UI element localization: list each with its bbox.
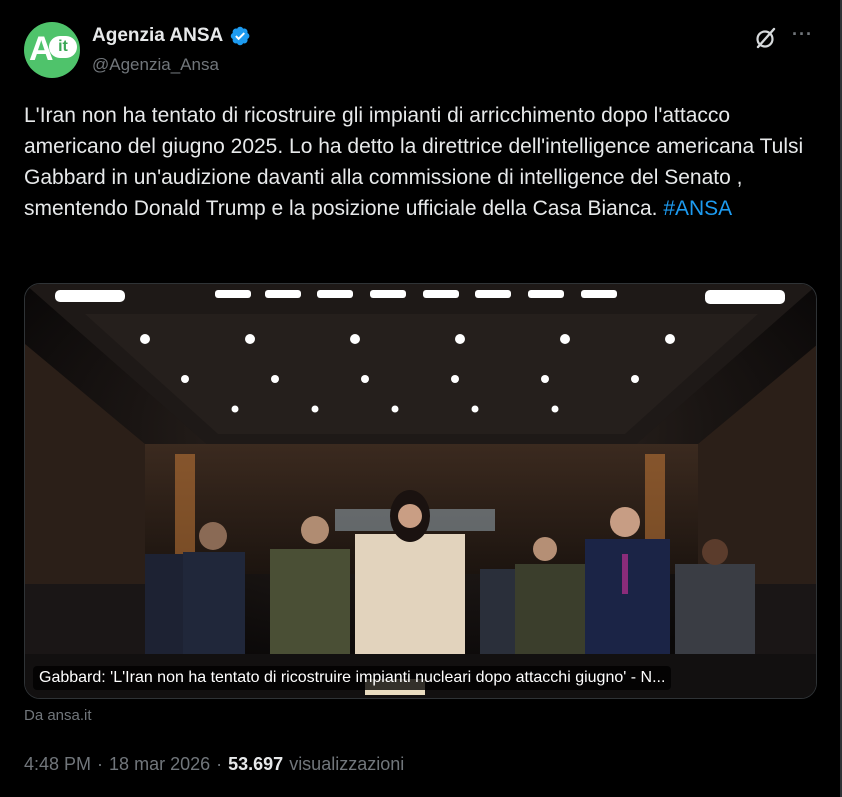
separator: · [97, 754, 104, 774]
tweet-text: L'Iran non ha tentato di ricostruire gli… [24, 100, 804, 224]
timestamp-time[interactable]: 4:48 PM [24, 754, 91, 775]
hearing-room-photo [25, 284, 816, 698]
tweet-meta: 4:48 PM · 18 mar 2026 · 53.697 visualizz… [24, 754, 404, 775]
avatar[interactable]: A it [24, 22, 80, 78]
views-label: visualizzazioni [289, 754, 405, 774]
views-count: 53.697 [228, 754, 284, 774]
author-name[interactable]: Agenzia ANSA [92, 25, 223, 47]
verified-badge-icon [231, 26, 250, 46]
separator: · [216, 754, 223, 774]
link-card-caption[interactable]: Gabbard: 'L'Iran non ha tentato di ricos… [33, 666, 672, 690]
link-card-image[interactable]: Gabbard: 'L'Iran non ha tentato di ricos… [24, 283, 817, 699]
avatar-badge: it [49, 36, 77, 58]
author-name-row[interactable]: Agenzia ANSA [92, 25, 251, 47]
tweet-card: A it Agenzia ANSA @Agenzia_Ansa ··· L'Ir… [0, 0, 842, 797]
link-source[interactable]: Da ansa.it [24, 707, 92, 724]
grok-icon[interactable] [754, 26, 778, 50]
more-icon[interactable]: ··· [792, 24, 813, 45]
author-handle[interactable]: @Agenzia_Ansa [92, 55, 219, 75]
timestamp-date[interactable]: 18 mar 2026 [109, 754, 210, 775]
hashtag-link[interactable]: #ANSA [663, 197, 732, 220]
